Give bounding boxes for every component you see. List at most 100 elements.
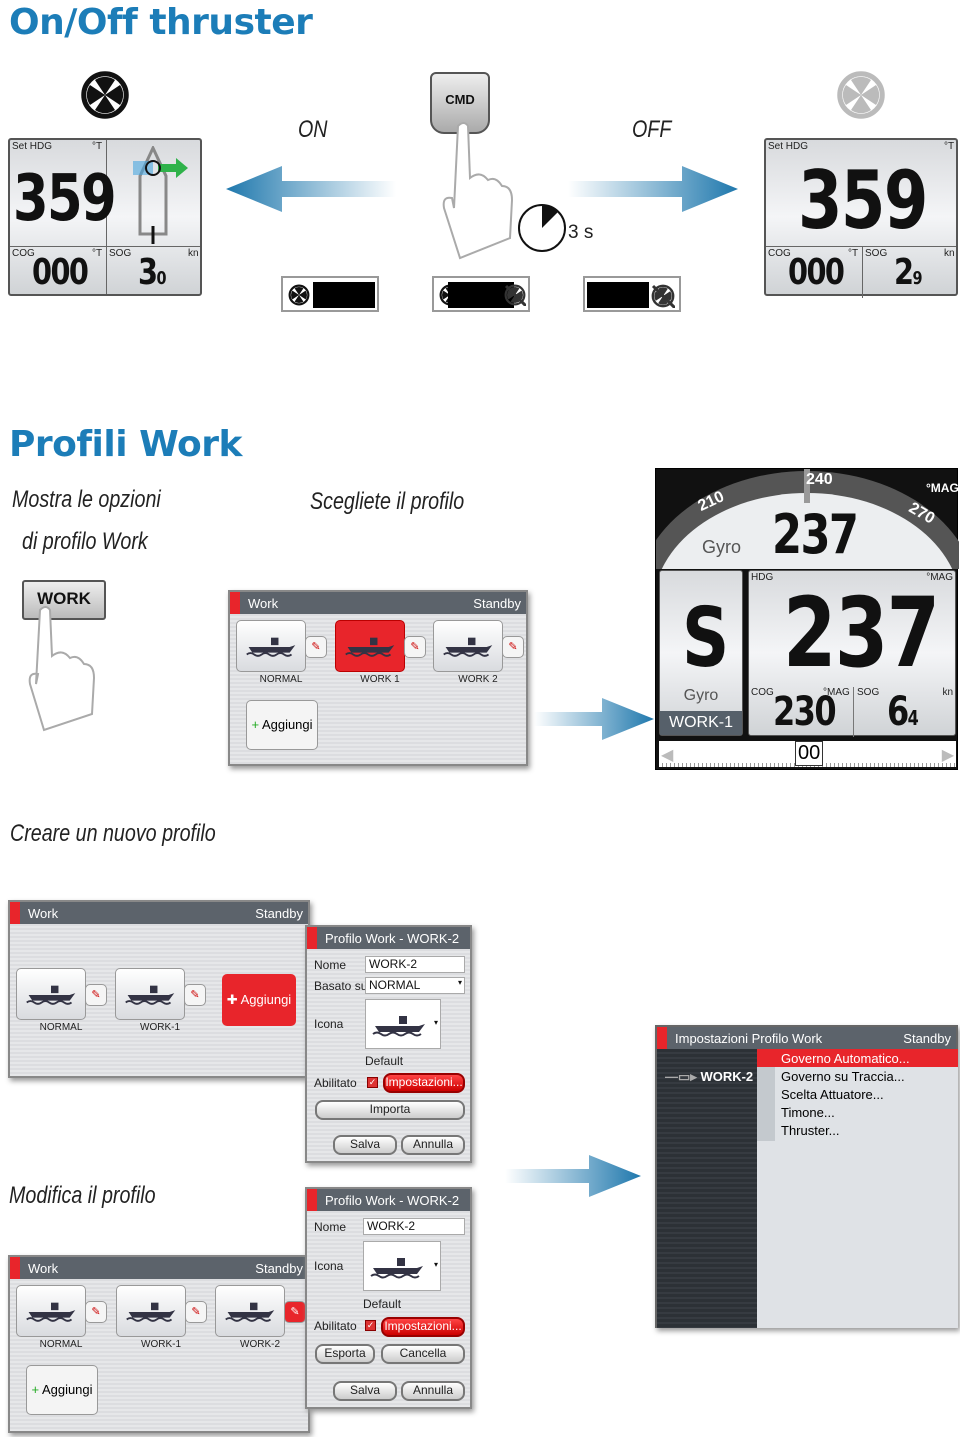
profile-tile-work1[interactable]: [116, 1285, 186, 1337]
timer-label: 3 s: [568, 222, 594, 243]
section-title-work-profiles: Profili Work: [9, 424, 242, 465]
enabled-checkbox[interactable]: ✓: [365, 1320, 376, 1331]
menu-item-track-steering[interactable]: Governo su Traccia...: [781, 1068, 910, 1086]
save-button[interactable]: Salva: [333, 1381, 397, 1401]
wrench-icon[interactable]: ✎: [404, 636, 426, 658]
window-title: Work: [248, 595, 279, 611]
enabled-label: Abilitato: [314, 1319, 357, 1333]
wrench-icon[interactable]: ✎: [502, 636, 524, 658]
heading-panel: HDG °MAG 237 COG °MAG 230 SOG kn 64: [748, 570, 956, 737]
boat-icon: [23, 1300, 79, 1324]
compass-heading: 237: [772, 503, 859, 566]
based-on-select[interactable]: NORMAL ▾: [365, 977, 465, 994]
window-titlebar: Work Standby: [230, 592, 526, 614]
wrench-icon[interactable]: ✎: [284, 1301, 306, 1323]
sog-value: 64: [887, 689, 919, 735]
thruster-off-icon: [836, 70, 886, 120]
delete-button[interactable]: Cancella: [381, 1344, 465, 1364]
sog-decimal: 0: [156, 268, 166, 289]
dropdown-arrow-icon: ▾: [433, 1260, 438, 1269]
profile-tile-work2[interactable]: [433, 620, 503, 672]
boat-icon: [122, 983, 178, 1007]
icon-label: Icona: [314, 1017, 344, 1031]
thruster-on-display: Set HDG °T 359 COG °T 000 SOG kn 30: [8, 138, 202, 296]
set-hdg-value: 359: [13, 162, 117, 236]
dropdown-arrow-icon: ▾: [433, 1018, 438, 1027]
thruster-status-switching: [432, 276, 530, 312]
enabled-checkbox[interactable]: ✓: [367, 1077, 378, 1088]
window-title: Work: [28, 905, 59, 921]
window-title: Impostazioni Profilo Work: [675, 1030, 823, 1046]
boat-thrust-diagram: [133, 146, 188, 244]
menu-item-rudder[interactable]: Timone...: [781, 1104, 910, 1122]
status-label: Standby: [255, 1260, 303, 1276]
profile-tile-work1[interactable]: [115, 968, 185, 1020]
menu-item-autopilot[interactable]: Governo Automatico...: [781, 1050, 910, 1068]
rudder-value: 00: [795, 741, 824, 766]
profile-tile-normal[interactable]: [16, 968, 86, 1020]
add-icon: ✚: [226, 992, 238, 1007]
hdg-value: 237: [783, 577, 940, 689]
tile-label: WORK-2: [240, 1339, 280, 1350]
icon-label: Icona: [314, 1259, 344, 1273]
boat-icon: [222, 1300, 278, 1324]
boat-icon: [369, 1014, 429, 1038]
profile-tile-work2[interactable]: [215, 1285, 285, 1337]
thruster-off-display: Set HDG °T 359 COG °T 000 SOG kn 29: [764, 138, 958, 298]
add-label: Aggiungi: [240, 992, 292, 1007]
add-button[interactable]: + Aggiungi: [26, 1365, 98, 1415]
wrench-icon[interactable]: ✎: [184, 984, 206, 1006]
boat-icon: [440, 635, 496, 659]
status-label: Standby: [903, 1030, 951, 1046]
active-profile: WORK-1: [660, 711, 742, 735]
sog-unit: kn: [942, 687, 953, 698]
heading-source: Gyro: [702, 537, 742, 557]
settings-button[interactable]: Impostazioni...: [381, 1317, 465, 1337]
enabled-label: Abilitato: [314, 1076, 357, 1090]
import-button[interactable]: Importa: [315, 1100, 465, 1120]
name-input[interactable]: WORK-2: [363, 1218, 465, 1235]
plus-icon: +: [31, 1382, 40, 1397]
wrench-icon[interactable]: ✎: [85, 984, 107, 1006]
cancel-button[interactable]: Annulla: [401, 1135, 465, 1155]
profile-name: WORK-2: [700, 1069, 754, 1084]
thruster-status-on: [281, 276, 379, 312]
menu-item-actuator[interactable]: Scelta Attuatore...: [781, 1086, 910, 1104]
window-titlebar: Work Standby: [10, 1257, 308, 1279]
sog-unit: kn: [944, 248, 955, 259]
boat-outline-icon: —▭▸: [665, 1069, 697, 1084]
add-button[interactable]: ✚ Aggiungi: [222, 974, 296, 1026]
set-hdg-label: Set HDG: [768, 141, 809, 152]
name-input[interactable]: WORK-2: [365, 956, 465, 973]
sog-integer: 3: [138, 252, 158, 293]
profile-tile-normal[interactable]: [16, 1285, 86, 1337]
rudder-bar: ◀ ▶ 00: [659, 741, 956, 767]
export-button[interactable]: Esporta: [315, 1344, 375, 1364]
based-on-label: Basato su: [314, 979, 368, 993]
caption-show-options-2: di profilo Work: [22, 528, 148, 555]
on-label: ON: [298, 116, 328, 143]
window-titlebar: Work Standby: [10, 902, 308, 924]
settings-button[interactable]: Impostazioni...: [383, 1073, 465, 1093]
set-hdg-value: 359: [798, 154, 928, 247]
cancel-button[interactable]: Annulla: [401, 1381, 465, 1401]
profile-tile-work1[interactable]: [335, 620, 405, 672]
icon-select[interactable]: ▾: [365, 999, 441, 1049]
wrench-icon[interactable]: ✎: [185, 1301, 207, 1323]
section-title-thruster: On/Off thruster: [9, 2, 313, 43]
boat-icon: [342, 635, 398, 659]
add-button[interactable]: + Aggiungi: [246, 700, 318, 750]
wrench-icon[interactable]: ✎: [85, 1301, 107, 1323]
thruster-off-icon: [651, 284, 675, 308]
save-button[interactable]: Salva: [333, 1135, 397, 1155]
profile-tile-normal[interactable]: [236, 620, 306, 672]
icon-select[interactable]: ▾: [363, 1241, 441, 1291]
wrench-icon[interactable]: ✎: [305, 636, 327, 658]
tile-label: NORMAL: [259, 674, 303, 685]
status-label: Standby: [255, 905, 303, 921]
based-on-value: NORMAL: [369, 978, 421, 992]
window-titlebar: Impostazioni Profilo Work Standby: [657, 1027, 956, 1049]
cog-unit: °T: [92, 248, 103, 259]
menu-item-thruster[interactable]: Thruster...: [781, 1122, 910, 1140]
tile-label: WORK-1: [140, 1022, 180, 1033]
